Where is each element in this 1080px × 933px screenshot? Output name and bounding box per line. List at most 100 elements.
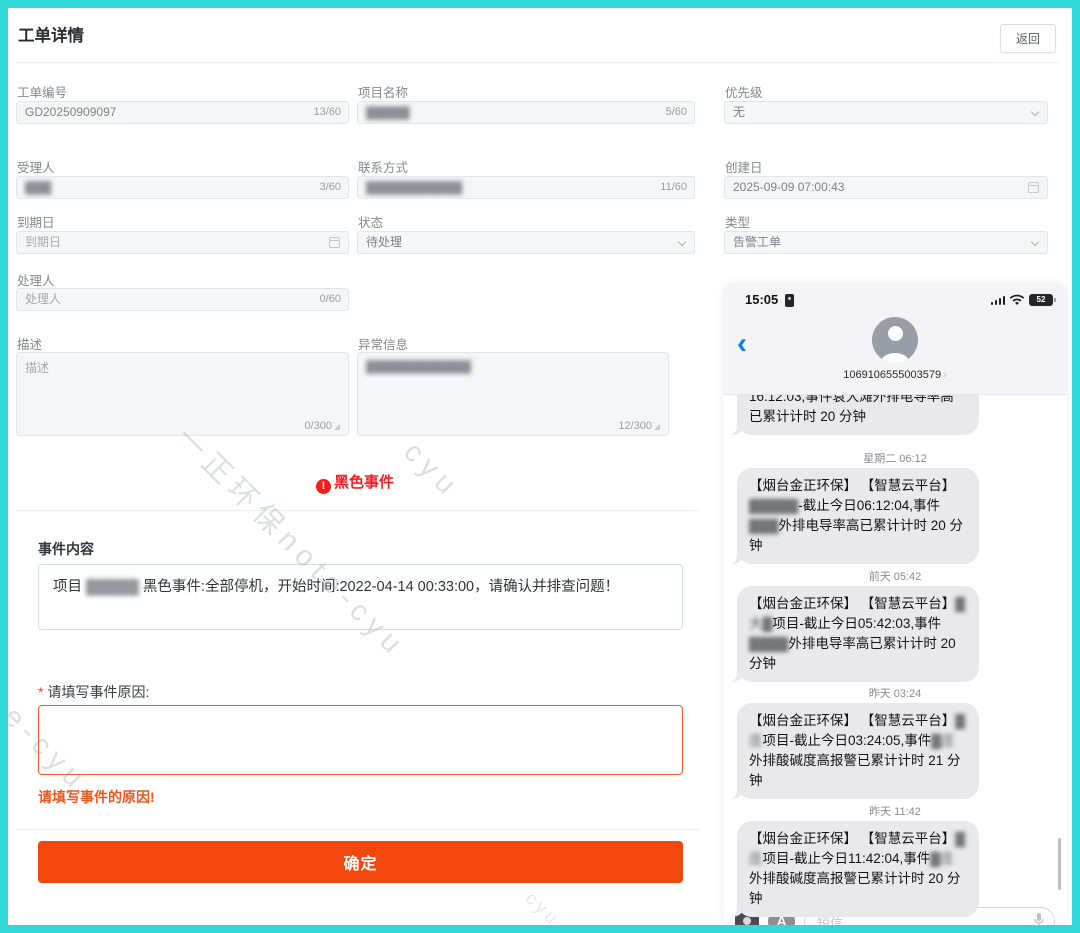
sms-date-separator: 昨天 03:24 [723, 685, 1067, 701]
sms-text: 外排电导率高已累计计时 20 分钟 [749, 518, 963, 553]
chevron-down-icon [678, 238, 686, 246]
sms-bubble: 【烟台金正环保】 【智慧云平台】▓庄项目-截止今日11:42:04,事件▓庄外排… [737, 821, 979, 917]
battery-icon: 52 [1029, 294, 1053, 306]
event-content-redacted: ▓▓▓▓▓ [86, 579, 139, 595]
sms-text: 外排酸碱度高报警已累计计时 21 分钟 [749, 753, 961, 788]
microphone-icon [1034, 913, 1044, 925]
event-content-box: 项目 ▓▓▓▓▓ 黑色事件:全部停机，开始时间:2022-04-14 00:33… [38, 564, 683, 630]
sms-screenshot: 16:12:03,事件袁大滩外排电导率高已累计计时 20 分钟 星期二 06:1… [723, 283, 1067, 925]
type-value: 告警工单 [733, 235, 781, 249]
reason-textarea[interactable] [38, 705, 683, 775]
project-name-counter: 5/60 [666, 102, 687, 123]
description-counter: 0/300 [304, 420, 340, 432]
sms-redacted-text: ▓▓▓▓▓ [749, 498, 798, 513]
cellular-signal-icon [991, 295, 1006, 305]
field-label-handler: 处理人 [17, 270, 55, 289]
sms-redacted-text: ▓▓▓▓ [749, 636, 788, 651]
footer-divider [16, 829, 700, 830]
chevron-right-icon: › [943, 369, 947, 381]
section-divider [16, 510, 700, 511]
contact-input[interactable]: ▓▓▓▓▓▓▓▓▓▓▓ 11/60 [357, 176, 695, 199]
error-circle-icon: ! [316, 479, 331, 494]
due-date-input[interactable]: 到期日 [16, 231, 349, 254]
event-content-prefix: 项目 [53, 579, 86, 595]
sms-date-separator: 昨天 11:42 [723, 803, 1067, 819]
black-event-alert: !黑色事件 [16, 471, 694, 494]
order-no-value: GD20250909097 [25, 105, 116, 119]
project-name-value: ▓▓▓▓▓ [366, 105, 410, 119]
field-label-priority: 优先级 [725, 82, 763, 101]
chevron-down-icon [1031, 238, 1039, 246]
page-title: 工单详情 [18, 22, 84, 46]
sms-text: -截止今日06:12:04,事件 [798, 498, 940, 513]
exception-info-textarea[interactable]: ▓▓▓▓▓▓▓▓▓▓▓▓ 12/300 [357, 352, 669, 436]
header-divider [16, 62, 1060, 63]
scrollbar[interactable] [1058, 838, 1061, 890]
field-label-order-no: 工单编号 [17, 82, 67, 101]
field-label-contact: 联系方式 [358, 157, 408, 176]
sms-text: 【烟台金正环保】 【智慧云平台】 [749, 478, 955, 493]
acceptor-input[interactable]: ▓▓▓ 3/60 [16, 176, 349, 199]
reason-label: *请填写事件原因: [38, 682, 149, 702]
watermark-text: cyu [521, 888, 564, 931]
back-chevron-icon: ‹ [737, 329, 747, 359]
status-time: 15:05 [745, 292, 778, 307]
status-select[interactable]: 待处理 [357, 231, 695, 254]
black-event-alert-label: 黑色事件 [334, 474, 394, 491]
description-placeholder: 描述 [25, 361, 49, 375]
field-label-acceptor: 受理人 [17, 157, 55, 176]
field-label-status: 状态 [358, 212, 383, 231]
sms-redacted-text: ▓庄 [931, 733, 954, 748]
field-label-type: 类型 [725, 212, 750, 231]
sms-date-separator: 前天 05:42 [723, 568, 1067, 584]
sms-text: 项目-截止今日05:42:03,事件 [772, 616, 941, 631]
reason-label-text: 请填写事件原因: [47, 684, 149, 700]
field-label-exception-info: 异常信息 [358, 334, 408, 353]
field-label-due-date: 到期日 [17, 212, 55, 231]
calendar-icon [329, 237, 340, 248]
sms-date-separator: 星期二 06:12 [723, 450, 1067, 466]
priority-value: 无 [733, 105, 745, 119]
field-label-project-name: 项目名称 [358, 82, 408, 101]
calendar-icon [1028, 182, 1039, 193]
confirm-button[interactable]: 确定 [38, 841, 683, 883]
contact-number-text: 1069106555003579 [843, 369, 941, 381]
sms-text: 项目-截止今日03:24:05,事件 [763, 733, 932, 748]
priority-select[interactable]: 无 [724, 101, 1048, 124]
exception-info-value: ▓▓▓▓▓▓▓▓▓▓▓▓ [366, 359, 471, 373]
sms-bubble: 【烟台金正环保】 【智慧云平台】▓大▓项目-截止今日05:42:03,事件▓▓▓… [737, 586, 979, 682]
contact-number: 1069106555003579› [723, 369, 1067, 381]
due-date-placeholder: 到期日 [25, 235, 61, 249]
project-name-input[interactable]: ▓▓▓▓▓ 5/60 [357, 101, 695, 124]
sms-redacted-text: ▓庄 [930, 851, 953, 866]
created-date-input[interactable]: 2025-09-09 07:00:43 [724, 176, 1048, 199]
sms-bubble: 【烟台金正环保】 【智慧云平台】▓庄项目-截止今日03:24:05,事件▓庄外排… [737, 703, 979, 799]
back-button[interactable]: 返回 [1000, 24, 1056, 53]
work-order-detail-page: 工单详情 返回 工单编号 GD20250909097 13/60 项目名称 ▓▓… [0, 0, 1080, 933]
description-textarea[interactable]: 描述 0/300 [16, 352, 349, 436]
contact-counter: 11/60 [660, 177, 687, 198]
exception-info-counter: 12/300 [618, 420, 660, 432]
created-date-value: 2025-09-09 07:00:43 [733, 180, 844, 194]
sms-text: 外排酸碱度高报警已累计计时 20 分钟 [749, 871, 961, 906]
order-no-input[interactable]: GD20250909097 13/60 [16, 101, 349, 124]
sms-text: 【烟台金正环保】 【智慧云平台】 [749, 831, 955, 846]
acceptor-counter: 3/60 [320, 177, 341, 198]
reason-error-message: 请填写事件的原因! [38, 787, 155, 807]
sms-redacted-text: ▓▓▓ [749, 518, 779, 533]
contact-value: ▓▓▓▓▓▓▓▓▓▓▓ [366, 180, 462, 194]
chevron-down-icon [1031, 108, 1039, 116]
type-select[interactable]: 告警工单 [724, 231, 1048, 254]
wifi-icon [1009, 294, 1025, 306]
sms-text: 【烟台金正环保】 【智慧云平台】 [749, 596, 955, 611]
contact-avatar [872, 317, 918, 363]
status-value: 待处理 [366, 235, 402, 249]
sms-text: 【烟台金正环保】 【智慧云平台】 [749, 713, 955, 728]
status-indicator-icon [785, 294, 794, 307]
handler-input[interactable]: 处理人 0/60 [16, 288, 349, 311]
event-content-title: 事件内容 [38, 539, 94, 559]
phone-header: 15:05 52 ‹ 1069106555003579› [723, 283, 1067, 395]
acceptor-value: ▓▓▓ [25, 180, 51, 194]
handler-placeholder: 处理人 [25, 292, 61, 306]
field-label-description: 描述 [17, 334, 42, 353]
